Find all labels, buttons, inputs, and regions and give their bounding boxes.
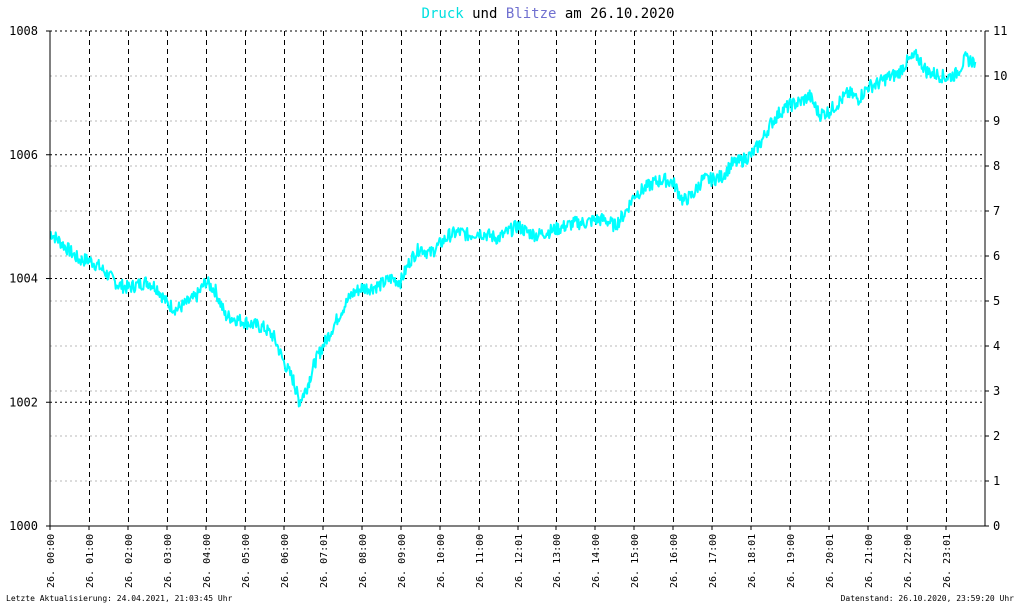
title-part-blitze: Blitze [506,6,557,22]
left-tick-label: 1006 [9,148,38,162]
x-tick-label: 26. 08:00 [358,534,369,588]
x-tick-label: 26. 19:00 [786,534,797,588]
right-tick-label: 2 [993,429,1000,443]
x-tick-label: 26. 00:00 [46,534,57,588]
x-tick-label: 26. 15:00 [630,534,641,588]
right-tick-label: 5 [993,294,1000,308]
x-tick-label: 26. 03:00 [163,534,174,588]
x-tick-label: 26. 20:01 [825,534,836,588]
x-tick-label: 26. 09:00 [397,534,408,588]
title-part-und: und [464,6,506,22]
x-tick-label: 26. 10:00 [436,534,447,588]
x-tick-label: 26. 23:01 [942,534,953,588]
left-tick-label: 1000 [9,519,38,533]
right-tick-label: 10 [993,69,1007,83]
x-tick-label: 26. 22:00 [903,534,914,588]
pressure-chart: Druck und Blitze am 26.10.2020 100010021… [9,6,1007,588]
footer-last-update: Letzte Aktualisierung: 24.04.2021, 21:03… [6,594,233,603]
right-tick-label: 0 [993,519,1000,533]
right-tick-label: 3 [993,384,1000,398]
x-tick-label: 26. 02:00 [124,534,135,588]
left-axis-ticks: 1000 1002 1004 1006 1008 [9,24,50,533]
right-tick-label: 4 [993,339,1000,353]
x-tick-label: 26. 07:01 [319,534,330,588]
right-tick-label: 9 [993,114,1000,128]
right-tick-label: 1 [993,474,1000,488]
right-tick-label: 11 [993,24,1007,38]
x-tick-label: 26. 16:00 [669,534,680,588]
chart-title: Druck und Blitze am 26.10.2020 [422,6,675,22]
x-tick-label: 26. 11:00 [475,534,486,588]
right-axis-ticks: 0 1 2 3 4 5 6 7 8 9 10 11 [985,24,1007,533]
x-tick-label: 26. 17:00 [708,534,719,588]
x-tick-label: 26. 14:00 [591,534,602,588]
x-tick-label: 26. 01:00 [85,534,96,588]
grid [50,30,985,527]
left-tick-label: 1002 [9,395,38,409]
svg-text:Druck und Blitze am 26.10.2020: Druck und Blitze am 26.10.2020 [422,6,675,22]
x-tick-label: 26. 04:00 [202,534,213,588]
x-tick-label: 26. 21:00 [864,534,875,588]
x-tick-label: 26. 18:01 [747,534,758,588]
series-layer [49,48,977,408]
x-axis-ticks: 26. 00:00 26. 01:00 26. 02:00 26. 03:00 26. … [46,526,953,588]
series-line-druck [49,48,977,408]
right-tick-label: 8 [993,159,1000,173]
x-tick-label: 26. 05:00 [241,534,252,588]
right-tick-label: 6 [993,249,1000,263]
x-tick-label: 26. 12:01 [514,534,525,588]
title-part-date: am 26.10.2020 [556,6,674,22]
left-tick-label: 1004 [9,272,38,286]
x-tick-label: 26. 06:00 [280,534,291,588]
x-tick-label: 26. 13:00 [552,534,563,588]
footer-data-status: Datenstand: 26.10.2020, 23:59:20 Uhr [840,594,1014,603]
left-tick-label: 1008 [9,24,38,38]
title-part-druck: Druck [422,6,465,22]
right-tick-label: 7 [993,204,1000,218]
